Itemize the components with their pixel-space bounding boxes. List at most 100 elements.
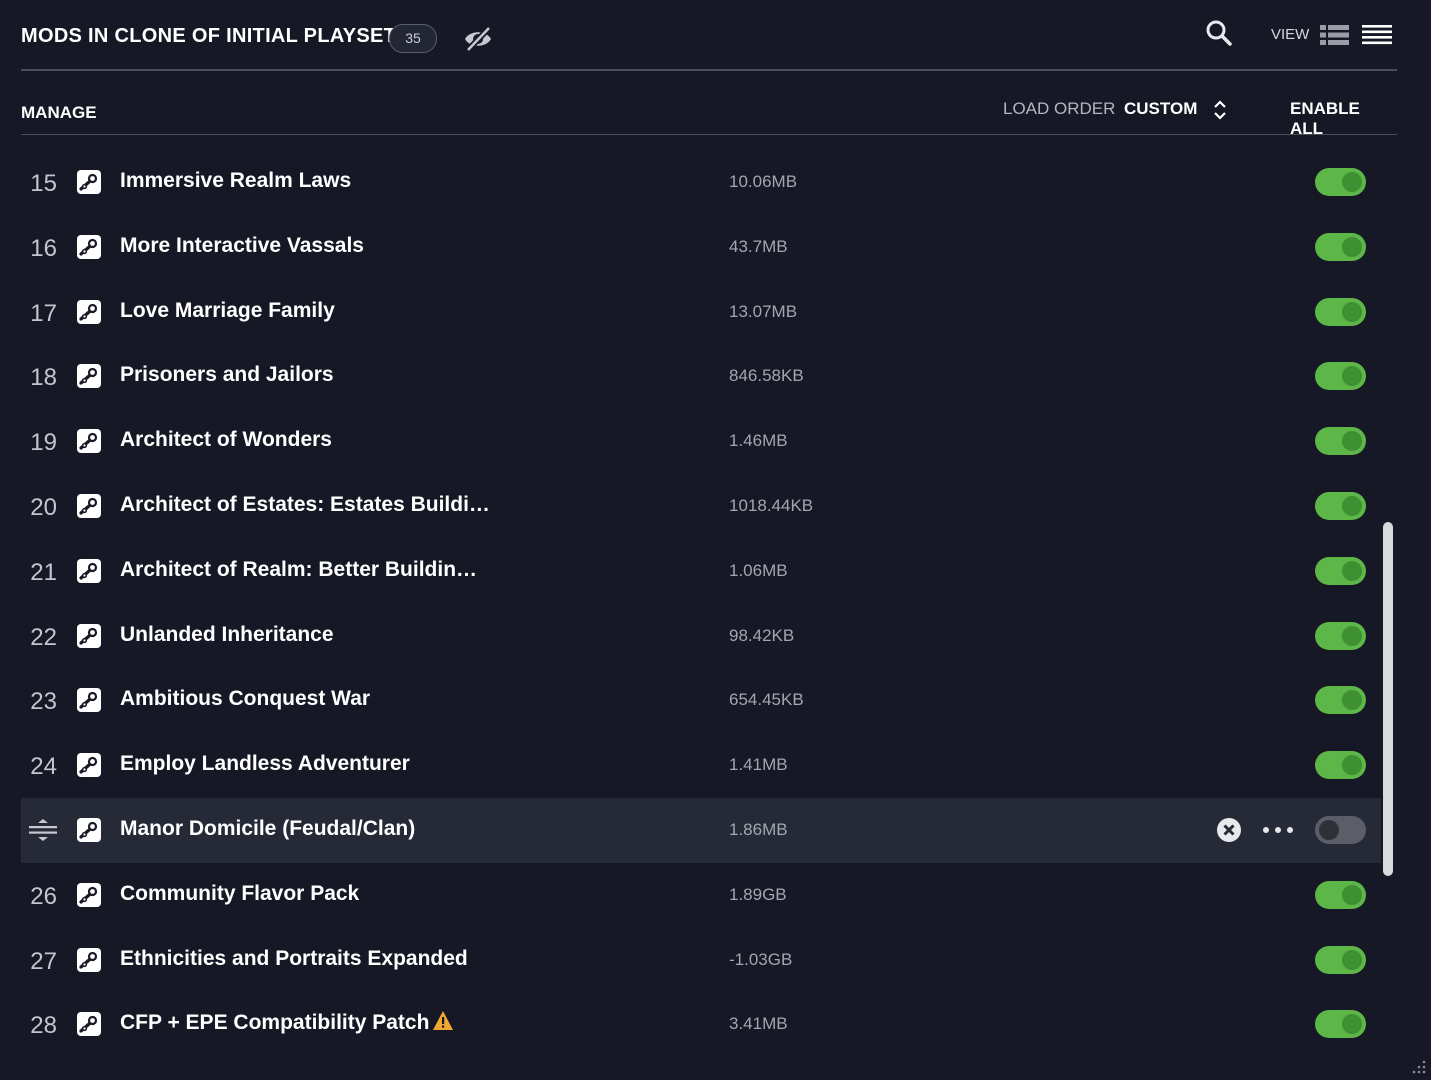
drag-handle-icon[interactable] (29, 818, 57, 842)
mod-enable-toggle[interactable] (1315, 621, 1366, 650)
mod-size: 1.46MB (729, 431, 788, 451)
mod-size: 1.86MB (729, 819, 788, 839)
steam-icon (77, 493, 101, 518)
sort-arrows-icon[interactable] (1210, 99, 1230, 121)
steam-icon (77, 623, 101, 648)
toggle-knob (1342, 690, 1362, 711)
mod-size: 1.06MB (729, 560, 788, 580)
mod-index: 23 (30, 688, 57, 716)
mod-enable-toggle[interactable] (1315, 556, 1366, 585)
mod-size: 13.07MB (729, 301, 798, 321)
mod-size: 1.89GB (729, 884, 787, 904)
mod-index: 27 (30, 947, 57, 975)
mod-row[interactable]: 20 Architect of Estates: Estates Buildi… 1… (21, 474, 1381, 539)
mod-enable-toggle[interactable] (1315, 168, 1366, 196)
mod-name: Employ Landless Adventurer (120, 752, 410, 776)
mod-size: 10.06MB (729, 172, 798, 191)
mod-enable-toggle[interactable] (1315, 297, 1366, 326)
mod-row[interactable]: 21 Architect of Realm: Better Buildin… 1.0… (21, 539, 1381, 604)
mod-row[interactable]: 28 CFP + EPE Compatibility Patch 3.41MB (21, 992, 1381, 1057)
mod-index: 26 (30, 882, 57, 910)
toggle-knob (1342, 495, 1362, 516)
resize-grip-icon[interactable] (1410, 1058, 1426, 1074)
mod-size: 1018.44KB (729, 495, 814, 515)
steam-icon (77, 753, 101, 778)
mod-index: 28 (30, 1012, 57, 1040)
mod-index: 17 (30, 299, 57, 327)
enable-all-button[interactable]: ENABLE ALL (1290, 99, 1397, 139)
load-order-select[interactable]: CUSTOM (1124, 99, 1197, 119)
mod-name: Ambitious Conquest War (120, 687, 371, 711)
toggle-knob (1342, 236, 1362, 257)
toggle-knob (1342, 884, 1362, 905)
mod-row[interactable]: 24 Employ Landless Adventurer 1.41MB (21, 733, 1381, 798)
mod-enable-toggle[interactable] (1315, 815, 1366, 844)
mod-row[interactable]: 16 More Interactive Vassals 43.7MB (21, 215, 1381, 280)
steam-icon (77, 1012, 101, 1037)
load-order-label: LOAD ORDER (1003, 99, 1116, 118)
mod-index: 21 (30, 558, 57, 586)
toggle-knob (1342, 560, 1362, 581)
steam-icon (77, 234, 101, 259)
mod-enable-toggle[interactable] (1315, 1010, 1366, 1039)
mod-index: 18 (30, 364, 57, 392)
mod-name: Manor Domicile (Feudal/Clan) (120, 816, 416, 840)
mod-index: 19 (30, 429, 57, 457)
mod-index: 20 (30, 493, 57, 521)
steam-icon (77, 947, 101, 972)
mod-row[interactable]: 18 Prisoners and Jailors 846.58KB (21, 344, 1381, 409)
mod-enable-toggle[interactable] (1315, 362, 1366, 391)
mod-index: 24 (30, 753, 57, 781)
mod-row[interactable]: 23 Ambitious Conquest War 654.45KB (21, 668, 1381, 733)
mod-name: Community Flavor Pack (120, 881, 360, 905)
mod-size: 98.42KB (729, 625, 795, 645)
mod-enable-toggle[interactable] (1315, 945, 1366, 974)
mod-row[interactable]: 22 Unlanded Inheritance 98.42KB (21, 604, 1381, 669)
mod-enable-toggle[interactable] (1315, 880, 1366, 909)
mod-enable-toggle[interactable] (1315, 232, 1366, 261)
mod-enable-toggle[interactable] (1315, 751, 1366, 780)
mod-name: Love Marriage Family (120, 298, 335, 322)
mod-row[interactable]: Manor Domicile (Feudal/Clan) 1.86MB (21, 797, 1381, 863)
steam-icon (77, 688, 101, 713)
mod-row[interactable]: 27 Ethnicities and Portraits Expanded -1.0… (21, 928, 1381, 993)
mod-row[interactable]: 17 Love Marriage Family 13.07MB (21, 280, 1381, 345)
manage-label: MANAGE (21, 103, 97, 122)
more-options-icon[interactable] (1261, 820, 1295, 840)
page-title: MODS IN CLONE OF INITIAL PLAYSET (21, 25, 397, 47)
toggle-knob (1342, 949, 1362, 970)
toggle-knob (1342, 301, 1362, 322)
toggle-knob (1319, 819, 1339, 840)
mod-enable-toggle[interactable] (1315, 686, 1366, 715)
mod-row[interactable]: 26 Community Flavor Pack 1.89GB (21, 863, 1381, 928)
mod-name: Unlanded Inheritance (120, 622, 334, 646)
mod-size: 654.45KB (729, 690, 804, 710)
mod-name: Prisoners and Jailors (120, 363, 334, 387)
warning-icon[interactable] (432, 1010, 454, 1032)
remove-icon[interactable] (1216, 817, 1242, 843)
mod-size: 43.7MB (729, 236, 788, 256)
toggle-knob (1342, 172, 1362, 192)
mod-row[interactable]: 19 Architect of Wonders 1.46MB (21, 409, 1381, 474)
mod-name: Architect of Wonders (120, 428, 332, 452)
mod-index: 15 (30, 170, 57, 197)
list-view-icon[interactable] (1362, 24, 1392, 46)
mod-enable-toggle[interactable] (1315, 427, 1366, 456)
mod-count-badge: 35 (389, 24, 437, 53)
toggle-knob (1342, 625, 1362, 646)
toggle-knob (1342, 366, 1362, 387)
mod-size: 3.41MB (729, 1014, 788, 1034)
mod-size: 1.41MB (729, 755, 788, 775)
mod-name: Ethnicities and Portraits Expanded (120, 946, 468, 970)
mod-index: 22 (30, 623, 57, 651)
search-icon[interactable] (1205, 19, 1233, 47)
mod-enable-toggle[interactable] (1315, 491, 1366, 520)
mod-name: Immersive Realm Laws (120, 169, 352, 192)
steam-icon (77, 364, 101, 389)
mod-name: More Interactive Vassals (120, 233, 364, 257)
scrollbar[interactable] (1383, 522, 1393, 876)
mod-row[interactable]: 15 Immersive Realm Laws 10.06MB (21, 150, 1381, 215)
mod-size: -1.03GB (729, 949, 793, 969)
grid-view-icon[interactable] (1320, 24, 1349, 46)
eye-off-icon[interactable] (462, 25, 494, 53)
